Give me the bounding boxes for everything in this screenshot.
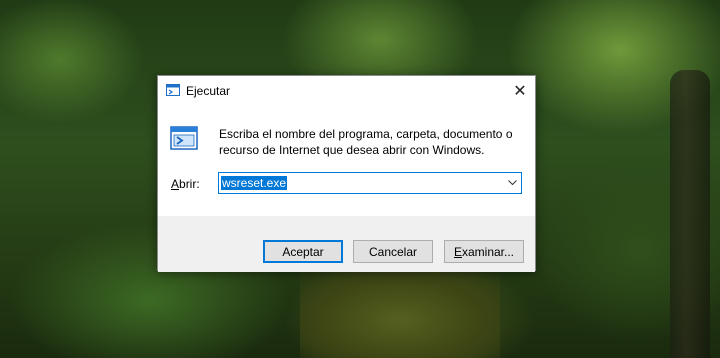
open-input-value: wsreset.exe (221, 176, 288, 190)
button-row: Aceptar Cancelar Examinar... (158, 216, 535, 272)
dialog-body: Escriba el nombre del programa, carpeta,… (158, 106, 535, 216)
window-title: Ejecutar (186, 84, 231, 98)
wallpaper-tree-trunk (670, 70, 710, 358)
open-label-rest: brir: (179, 177, 200, 191)
close-button[interactable]: ✕ (505, 76, 535, 106)
desktop-wallpaper: Ejecutar ✕ Escriba el nombre del program… (0, 0, 720, 358)
close-icon: ✕ (513, 83, 527, 100)
prompt-line-2: recurso de Internet que desea abrir con … (219, 143, 485, 157)
open-input[interactable]: wsreset.exe (221, 175, 288, 191)
run-icon (170, 126, 198, 150)
chevron-down-icon (507, 180, 517, 186)
browse-label-rest: xaminar... (461, 244, 515, 259)
open-label: Abrir: (171, 177, 200, 191)
open-label-mnemonic: A (171, 177, 180, 191)
title-bar[interactable]: Ejecutar ✕ (158, 76, 535, 106)
cancel-button[interactable]: Cancelar (353, 240, 433, 263)
run-dialog: Ejecutar ✕ Escriba el nombre del program… (157, 75, 536, 272)
wallpaper-pond (300, 270, 500, 358)
prompt-line-1: Escriba el nombre del programa, carpeta,… (219, 127, 513, 141)
prompt-text: Escriba el nombre del programa, carpeta,… (219, 126, 519, 158)
dropdown-button[interactable] (503, 173, 521, 193)
open-combobox[interactable]: wsreset.exe (218, 172, 522, 194)
browse-mnemonic: E (453, 244, 462, 259)
accept-button[interactable]: Aceptar (263, 240, 343, 263)
run-icon (166, 84, 180, 96)
browse-button[interactable]: Examinar... (444, 240, 524, 263)
